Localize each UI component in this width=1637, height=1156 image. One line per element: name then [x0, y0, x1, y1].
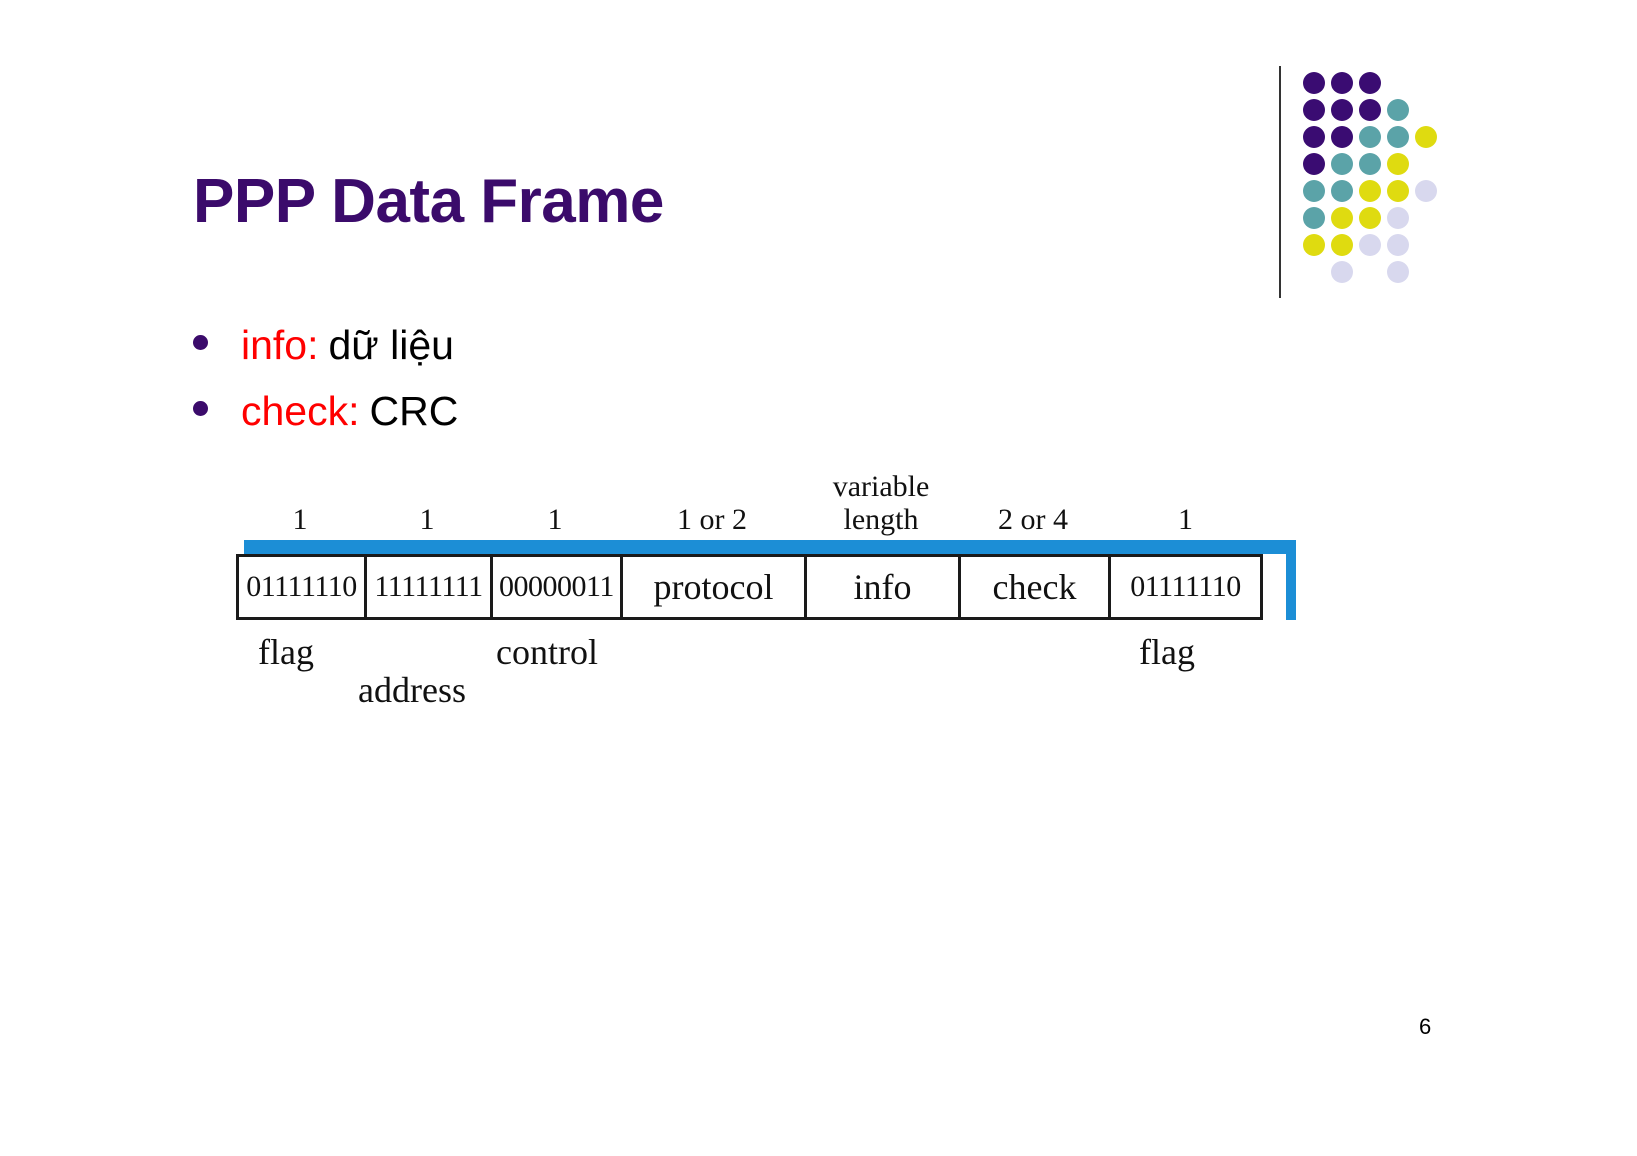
- field-size-label: 1: [547, 503, 563, 536]
- logo-dot-purple: [1303, 153, 1325, 175]
- frame-field-cell: 01111110: [1108, 554, 1263, 620]
- logo-dot-lavender: [1387, 207, 1409, 229]
- logo-dot-purple: [1303, 72, 1325, 94]
- logo-dot-teal: [1387, 126, 1409, 148]
- logo-dot-yellow: [1331, 207, 1353, 229]
- bullet-item: check: CRC: [193, 378, 1093, 444]
- bullet-dot-icon: [193, 401, 208, 416]
- ppp-frame-diagram: 1 1 1 1 or 2 variable length 2 or 4 1 01111110…: [236, 470, 1296, 730]
- field-size-label: 1: [419, 503, 435, 536]
- logo-dot-purple: [1359, 72, 1381, 94]
- page-title: PPP Data Frame: [193, 167, 664, 236]
- bullet-value: CRC: [369, 388, 459, 434]
- page-number: 6: [1419, 1014, 1432, 1039]
- bullet-dot-icon: [193, 335, 208, 350]
- logo-dot-yellow: [1303, 234, 1325, 256]
- slide-canvas: PPP Data Frame info: dữ liệu check: CRC 111…: [0, 0, 1637, 1156]
- logo-dot-purple: [1331, 72, 1353, 94]
- field-size-label: 1 or 2: [677, 503, 747, 536]
- logo-dot-purple: [1359, 99, 1381, 121]
- logo-dot-yellow: [1359, 207, 1381, 229]
- logo-dot-purple: [1303, 99, 1325, 121]
- logo-dot-teal: [1331, 153, 1353, 175]
- bullet-key: info:: [241, 322, 319, 368]
- frame-field-cell: check: [958, 554, 1108, 620]
- bullet-value: dữ liệu: [328, 322, 454, 368]
- blue-accent-bar-wrap: [236, 540, 1296, 620]
- frame-field-cell: 00000011: [490, 554, 620, 620]
- field-size-label: 1: [1178, 503, 1193, 536]
- field-size-row: 1 1 1 1 or 2 variable length 2 or 4 1: [236, 470, 1296, 540]
- field-name-label: control: [496, 632, 598, 672]
- frame-field-cell: 01111110: [236, 554, 364, 620]
- logo-dot-teal: [1387, 99, 1409, 121]
- field-size-label: 2 or 4: [998, 503, 1068, 536]
- logo-dot-teal: [1359, 153, 1381, 175]
- logo-dot-yellow: [1359, 180, 1381, 202]
- frame-field-cell: info: [804, 554, 958, 620]
- logo-dot-yellow: [1387, 153, 1409, 175]
- logo-dot-lavender: [1331, 261, 1353, 283]
- logo-dot-purple: [1303, 126, 1325, 148]
- logo-dot-lavender: [1387, 234, 1409, 256]
- logo-divider-line: [1279, 66, 1281, 298]
- logo-dot-lavender: [1415, 180, 1437, 202]
- bullet-item: info: dữ liệu: [193, 312, 1093, 378]
- field-size-label: variable length: [832, 470, 930, 536]
- logo-dot-teal: [1303, 180, 1325, 202]
- logo-dot-purple: [1331, 126, 1353, 148]
- field-label-row: flag address control flag: [236, 620, 1296, 730]
- frame-field-cell: protocol: [620, 554, 804, 620]
- logo-dot-purple: [1331, 99, 1353, 121]
- blue-accent-bar: [244, 540, 1296, 554]
- logo-dot-teal: [1303, 207, 1325, 229]
- field-cells-row: 01111110 11111111 00000011 protocol info chec…: [236, 554, 1296, 620]
- logo-dot-teal: [1359, 126, 1381, 148]
- logo-dot-yellow: [1415, 126, 1437, 148]
- logo-dot-lavender: [1359, 234, 1381, 256]
- logo-dot-yellow: [1331, 234, 1353, 256]
- bullet-list: info: dữ liệu check: CRC: [193, 312, 1093, 444]
- logo-dot-yellow: [1387, 180, 1409, 202]
- frame-field-cell: 11111111: [364, 554, 490, 620]
- field-name-label: address: [358, 670, 466, 710]
- field-name-label: flag: [1139, 632, 1195, 672]
- bullet-key: check:: [241, 388, 360, 434]
- field-size-label: 1: [292, 503, 308, 536]
- logo-dot-teal: [1331, 180, 1353, 202]
- field-name-label: flag: [258, 632, 314, 672]
- logo-dot-lavender: [1387, 261, 1409, 283]
